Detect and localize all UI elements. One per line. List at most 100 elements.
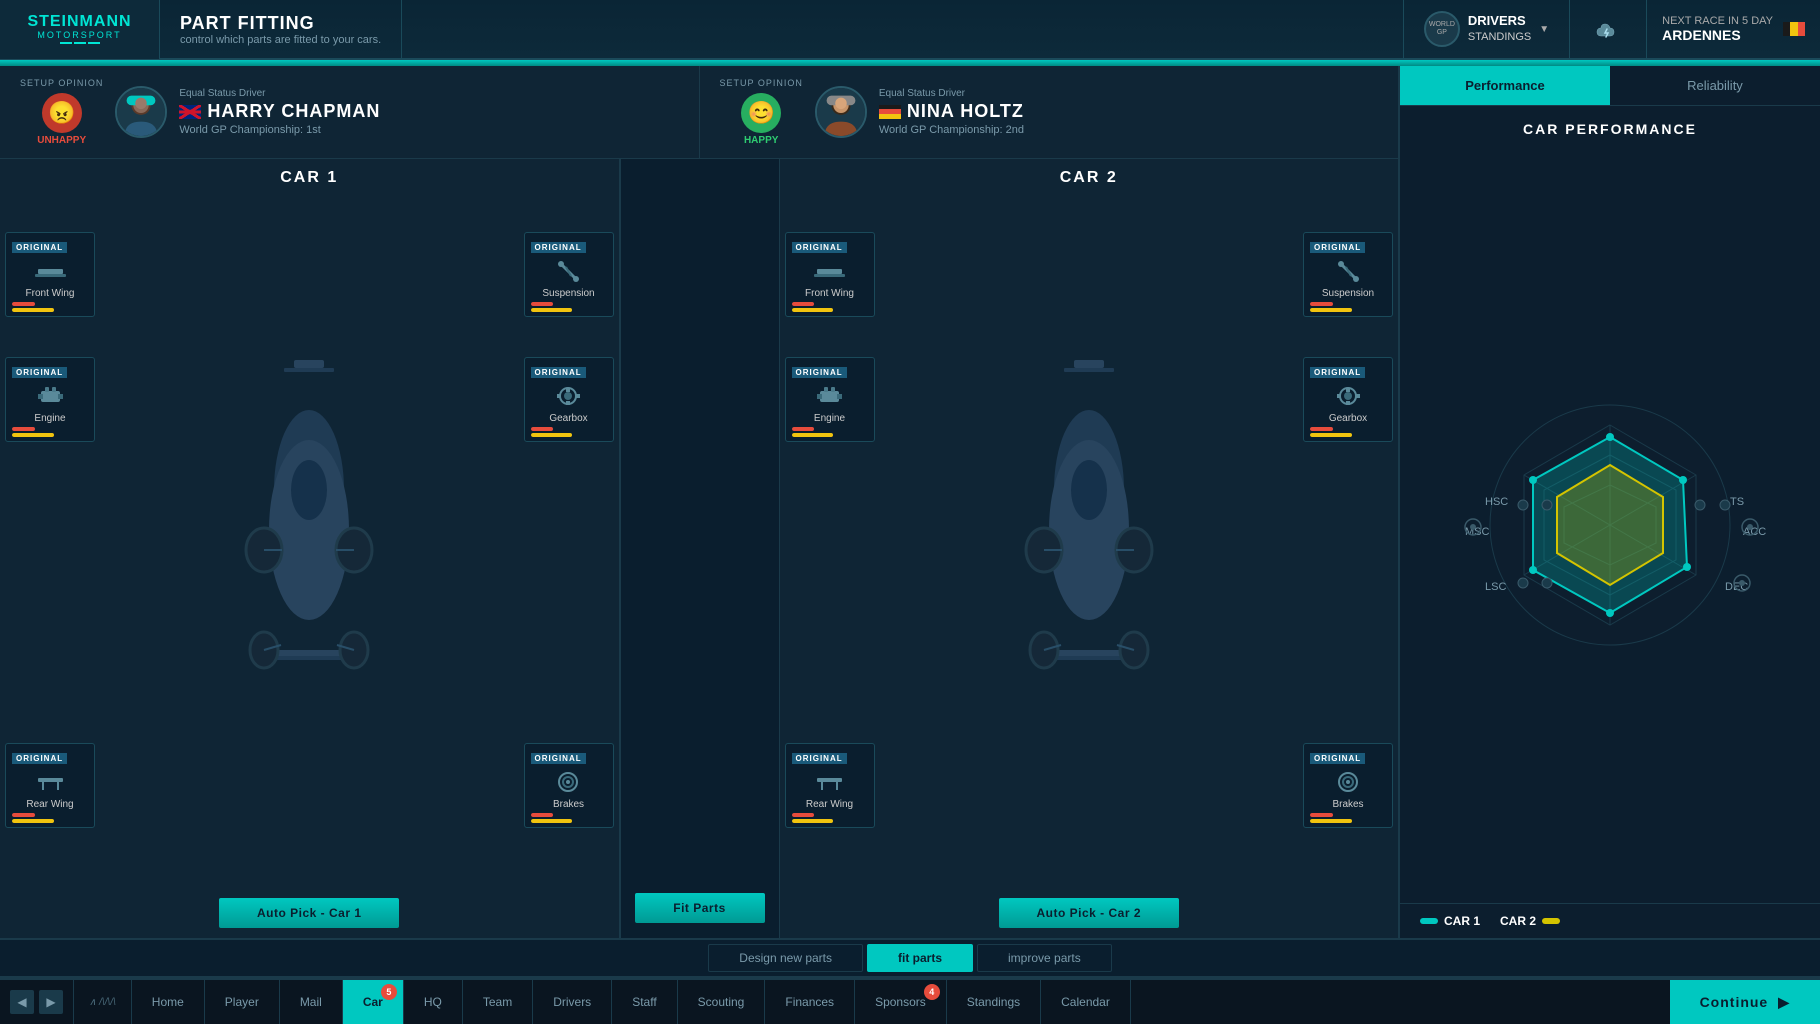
driver1-section: SETUP OPINION 😠 UNHAPPY [0, 66, 700, 158]
driver1-championship: World GP Championship: 1st [179, 124, 678, 136]
car1-front-wing-card[interactable]: ORIGINAL Front Wing [5, 232, 95, 317]
auto-pick-car2-btn[interactable]: Auto Pick - Car 2 [999, 898, 1179, 928]
driver2-flag-name: NINA HOLTZ [879, 101, 1378, 122]
car1-rear-wing-card[interactable]: ORIGINAL Rear Wing [5, 743, 95, 828]
car1-diagram: ORIGINAL Front Wing ORIGINAL [0, 192, 619, 888]
nav-standings[interactable]: Standings [947, 980, 1041, 1024]
nav-brand-logo: ∧ /\/\/\ [74, 980, 132, 1024]
nav-drivers[interactable]: Drivers [533, 980, 612, 1024]
engine-name: Engine [12, 413, 88, 424]
legend-car1-label: CAR 1 [1444, 914, 1480, 928]
car1-suspension-card[interactable]: ORIGINAL Suspension [524, 232, 614, 317]
legend-car2-color [1542, 918, 1560, 924]
cars-panel: SETUP OPINION 😠 UNHAPPY [0, 66, 1400, 938]
engine-bars [12, 427, 88, 437]
logo-decoration [60, 42, 100, 44]
car2-front-wing-card[interactable]: ORIGINAL Front Wing [785, 232, 875, 317]
nav-team[interactable]: Team [463, 980, 533, 1024]
nav-sponsors[interactable]: Sponsors 4 [855, 980, 947, 1024]
car1-gearbox-card[interactable]: ORIGINAL Gearbox [524, 357, 614, 442]
rear-wing-bars [12, 813, 88, 823]
legend-car1: CAR 1 [1420, 914, 1480, 928]
germany-flag [879, 105, 901, 119]
legend-car2: CAR 2 [1500, 914, 1560, 928]
nav-car[interactable]: Car 5 [343, 980, 404, 1024]
svg-text:ACC: ACC [1743, 526, 1766, 538]
page-subtitle: control which parts are fitted to your c… [180, 34, 381, 46]
tab-performance[interactable]: Performance [1400, 66, 1610, 105]
nav-forward-btn[interactable]: ▶ [39, 990, 63, 1014]
drivers-header: SETUP OPINION 😠 UNHAPPY [0, 66, 1398, 159]
nav-hq[interactable]: HQ [404, 980, 463, 1024]
front-wing-bars [12, 302, 88, 312]
nav-arrows: ◀ ▶ [0, 980, 74, 1024]
svg-text:HSC: HSC [1485, 496, 1508, 508]
next-race-text-area: NEXT RACE IN 5 DAY ARDENNES [1662, 15, 1773, 43]
tab-reliability[interactable]: Reliability [1610, 66, 1820, 105]
drivers-standings-btn[interactable]: WORLDGP DRIVERS STANDINGS ▼ [1403, 0, 1569, 59]
auto-pick-car1-btn[interactable]: Auto Pick - Car 1 [219, 898, 399, 928]
nav-finances[interactable]: Finances [765, 980, 855, 1024]
car1-buttons: Auto Pick - Car 1 [0, 888, 619, 938]
fit-parts-btn[interactable]: Fit Parts [635, 893, 765, 923]
car2-front-wing-icon [792, 256, 868, 286]
car2-engine-icon [792, 381, 868, 411]
tab-fit-parts[interactable]: fit parts [867, 944, 973, 972]
world-gp-logo: WORLDGP [1424, 11, 1460, 47]
uk-flag [179, 105, 201, 119]
tab-improve-parts[interactable]: improve parts [977, 944, 1112, 972]
car2-suspension-card[interactable]: ORIGINAL Suspension [1303, 232, 1393, 317]
cars-area: CAR 1 [0, 159, 1398, 938]
next-race-info: NEXT RACE IN 5 DAY ARDENNES [1646, 0, 1820, 59]
brakes-bars [531, 813, 607, 823]
car2-suspension-icon [1310, 256, 1386, 286]
nav-back-btn[interactable]: ◀ [10, 990, 34, 1014]
car2-rear-wing-card[interactable]: ORIGINAL Rear Wing [785, 743, 875, 828]
car2-column: CAR 2 [780, 159, 1399, 938]
car2-diagram: ORIGINAL Front Wing ORIGINAL [780, 192, 1399, 888]
driver2-setup-group: SETUP OPINION 😊 HAPPY [720, 78, 803, 146]
driver2-section: SETUP OPINION 😊 HAPPY [700, 66, 1399, 158]
radar-container: HSC TS MSC ACC LSC DEC [1400, 147, 1820, 903]
tabs-bar: Design new parts fit parts improve parts [0, 938, 1820, 978]
front-wing-icon [12, 256, 88, 286]
car1-svg [209, 350, 409, 730]
continue-btn[interactable]: Continue ▶ [1670, 980, 1820, 1024]
car2-gearbox-card[interactable]: ORIGINAL Gearbox [1303, 357, 1393, 442]
perf-title: CAR PERFORMANCE [1400, 106, 1820, 147]
car2-brakes-card[interactable]: ORIGINAL Brakes [1303, 743, 1393, 828]
next-race-label: NEXT RACE IN 5 DAY [1662, 15, 1773, 27]
nav-mail[interactable]: Mail [280, 980, 343, 1024]
legend-row: CAR 1 CAR 2 [1400, 903, 1820, 938]
rear-wing-icon [12, 767, 88, 797]
car2-engine-card[interactable]: ORIGINAL Engine [785, 357, 875, 442]
suspension-name: Suspension [531, 288, 607, 299]
front-wing-badge: ORIGINAL [12, 242, 67, 253]
chevron-down-icon: ▼ [1539, 24, 1549, 35]
nav-staff[interactable]: Staff [612, 980, 677, 1024]
car2-label: CAR 2 [1060, 159, 1118, 192]
logo-name: STEINMANN [27, 14, 131, 30]
car1-engine-card[interactable]: ORIGINAL Engine [5, 357, 95, 442]
logo-sub: MOTORSPORT [37, 30, 121, 40]
car2-buttons: Auto Pick - Car 2 [780, 888, 1399, 938]
car1-brakes-card[interactable]: ORIGINAL Brakes [524, 743, 614, 828]
nav-calendar[interactable]: Calendar [1041, 980, 1131, 1024]
driver1-flag-name: HARRY CHAPMAN [179, 101, 678, 122]
nav-scouting[interactable]: Scouting [678, 980, 766, 1024]
page-title: PART FITTING [180, 13, 381, 34]
weather-btn[interactable] [1569, 0, 1646, 59]
car1-label: CAR 1 [280, 159, 338, 192]
nav-player[interactable]: Player [205, 980, 280, 1024]
driver1-status-label: UNHAPPY [37, 135, 86, 146]
tab-design-new-parts[interactable]: Design new parts [708, 944, 863, 972]
next-race-location: ARDENNES [1662, 27, 1773, 43]
car2-brakes-icon [1310, 767, 1386, 797]
radar-chart: HSC TS MSC ACC LSC DEC [1435, 375, 1785, 675]
gearbox-icon [531, 381, 607, 411]
driver1-role: Equal Status Driver [179, 88, 678, 99]
nav-home[interactable]: Home [132, 980, 205, 1024]
driver2-info: Equal Status Driver NINA HOLTZ World GP … [879, 88, 1378, 136]
rear-wing-badge: ORIGINAL [12, 753, 67, 764]
car2-gearbox-icon [1310, 381, 1386, 411]
